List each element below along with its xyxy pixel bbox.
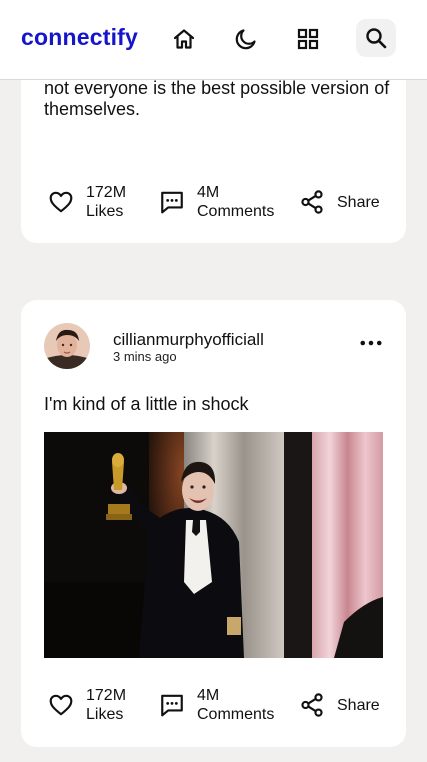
apps-button[interactable]: [290, 21, 326, 57]
post-text: not everyone is the best possible versio…: [44, 78, 390, 119]
top-navigation-bar: connectify: [0, 0, 427, 80]
like-button[interactable]: 172M Likes: [48, 177, 126, 227]
avatar[interactable]: [44, 323, 90, 369]
post-timestamp: 3 mins ago: [113, 349, 177, 364]
avatar-image: [44, 323, 90, 369]
comment-label: Comments: [197, 706, 275, 723]
comment-count: 4M: [197, 184, 220, 201]
home-icon: [173, 29, 195, 49]
like-label: Likes: [86, 706, 124, 723]
more-horizontal-icon: [360, 340, 382, 346]
like-button[interactable]: 172M Likes: [48, 680, 126, 730]
post-photo: [44, 432, 383, 658]
comment-stats: 4M Comments: [197, 183, 274, 221]
share-button[interactable]: Share: [299, 177, 380, 227]
share-icon: [301, 190, 323, 214]
share-label: Share: [337, 696, 380, 714]
post-actions: 172M Likes 4M Comments Share: [21, 680, 406, 730]
post-actions: 172M Likes 4M Comments Share: [21, 177, 406, 227]
comment-icon: [161, 694, 183, 717]
brand-logo[interactable]: connectify: [21, 24, 138, 51]
search-icon: [366, 28, 387, 49]
comment-label: Comments: [197, 203, 275, 220]
comment-count: 4M: [197, 687, 220, 704]
comment-button[interactable]: 4M Comments: [159, 177, 274, 227]
heart-icon: [49, 694, 73, 716]
more-options-button[interactable]: [358, 334, 384, 352]
theme-toggle-button[interactable]: [228, 21, 264, 57]
like-count: 172M: [86, 687, 127, 704]
comment-button[interactable]: 4M Comments: [159, 680, 274, 730]
like-label: Likes: [86, 203, 124, 220]
heart-icon: [49, 191, 73, 213]
comment-stats: 4M Comments: [197, 686, 274, 724]
like-stats: 172M Likes: [86, 686, 126, 724]
post-image[interactable]: [44, 432, 383, 658]
share-button[interactable]: Share: [299, 680, 380, 730]
home-button[interactable]: [166, 21, 202, 57]
grid-icon: [297, 28, 319, 50]
search-button[interactable]: [356, 19, 396, 57]
share-icon: [301, 693, 323, 717]
like-stats: 172M Likes: [86, 183, 126, 221]
moon-icon: [235, 29, 256, 50]
comment-icon: [161, 191, 183, 214]
post-card: cillianmurphyofficiall 3 mins ago I'm ki…: [21, 300, 406, 747]
like-count: 172M: [86, 184, 127, 201]
share-label: Share: [337, 193, 380, 211]
post-text: I'm kind of a little in shock: [44, 394, 249, 414]
post-username[interactable]: cillianmurphyofficiall: [113, 330, 264, 350]
